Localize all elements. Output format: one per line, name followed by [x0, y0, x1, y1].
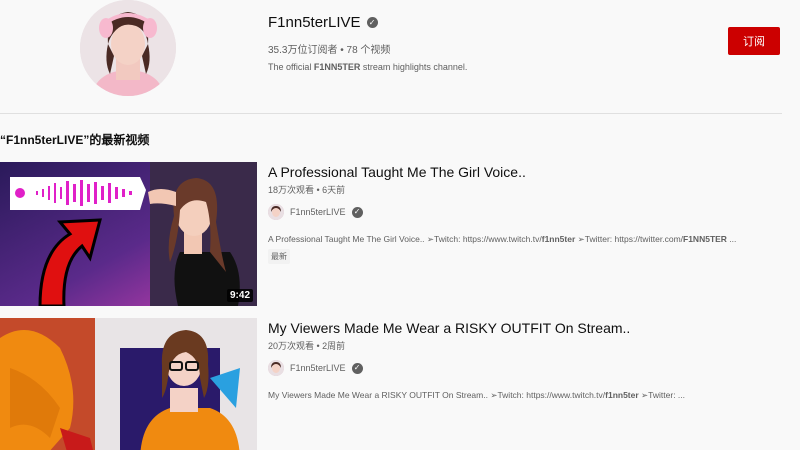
author-avatar[interactable]: [268, 360, 284, 376]
video-meta: 20万次观看 • 2周前: [268, 341, 346, 351]
verified-check-icon: ✓: [351, 362, 363, 374]
video-meta: 18万次观看 • 6天前: [268, 185, 346, 195]
author-name[interactable]: F1nn5terLIVE: [290, 207, 346, 217]
channel-description[interactable]: The official F1NN5TER stream highlights …: [268, 62, 467, 72]
video-author[interactable]: F1nn5terLIVE ✓: [268, 360, 363, 376]
video-title[interactable]: A Professional Taught Me The Girl Voice.…: [268, 164, 526, 180]
channel-page: F1nn5terLIVE ✓ 35.3万位订阅者 • 78 个视频 The of…: [0, 0, 800, 450]
video-description: My Viewers Made Me Wear a RISKY OUTFIT O…: [268, 390, 686, 400]
verified-check-icon: ✓: [366, 17, 378, 28]
video-title[interactable]: My Viewers Made Me Wear a RISKY OUTFIT O…: [268, 320, 630, 336]
video-description: A Professional Taught Me The Girl Voice.…: [268, 234, 737, 244]
video-author[interactable]: F1nn5terLIVE ✓: [268, 204, 363, 220]
channel-avatar[interactable]: [80, 0, 176, 96]
verified-check-icon: ✓: [351, 206, 363, 218]
author-name[interactable]: F1nn5terLIVE: [290, 363, 346, 373]
channel-stats: 35.3万位订阅者 • 78 个视频: [268, 45, 391, 56]
video-thumbnail[interactable]: 9:42: [0, 162, 257, 306]
channel-name[interactable]: F1nn5terLIVE: [268, 14, 361, 31]
video-thumbnail[interactable]: [0, 318, 257, 450]
divider: [0, 113, 782, 114]
channel-info: F1nn5terLIVE ✓ 35.3万位订阅者 • 78 个视频 The of…: [268, 14, 467, 72]
author-avatar[interactable]: [268, 204, 284, 220]
subscribe-button[interactable]: 订阅: [728, 27, 780, 55]
section-title: “F1nn5terLIVE”的最新视频: [0, 133, 150, 147]
video-duration: 9:42: [226, 289, 253, 302]
new-badge: 最新: [268, 249, 290, 264]
